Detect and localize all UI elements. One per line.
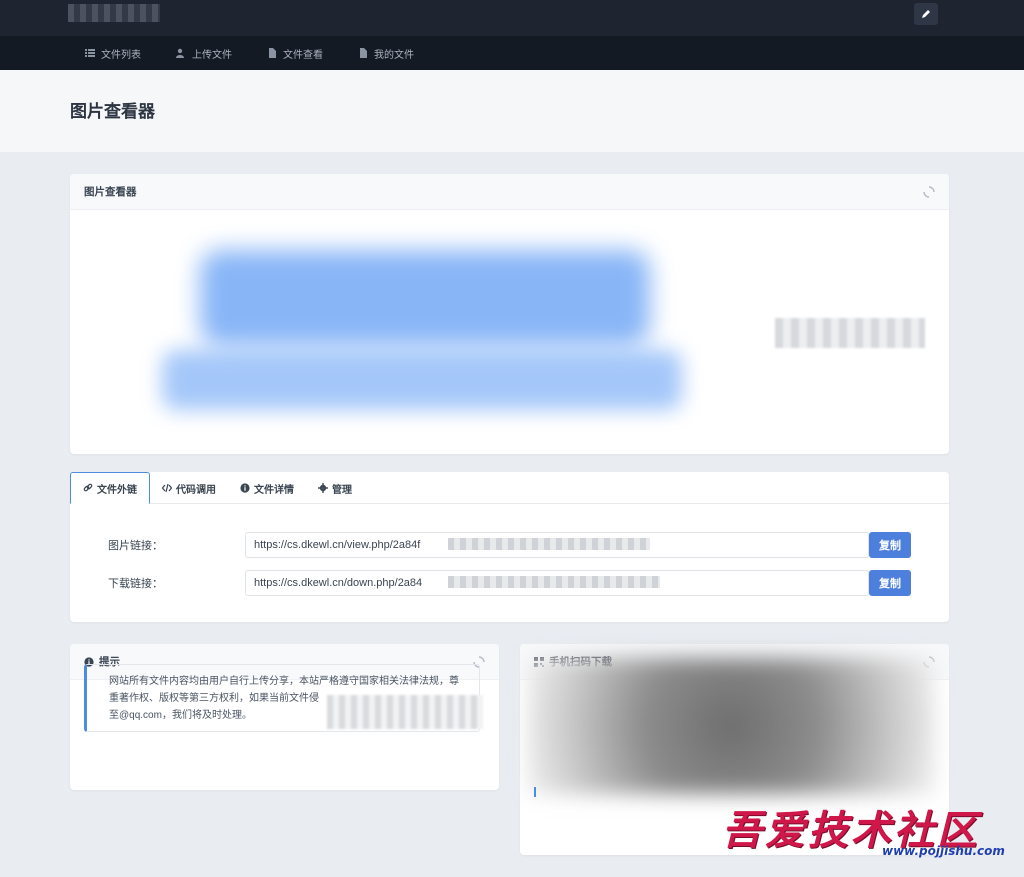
blurred-image-text	[162, 350, 682, 410]
tab-bar: 文件外链 代码调用 文件详情 管理	[70, 472, 949, 504]
nav-item-upload[interactable]: 上传文件	[176, 36, 232, 70]
image-preview	[70, 210, 949, 454]
gear-icon	[318, 483, 328, 493]
site-title-redacted	[68, 4, 160, 22]
card-header: 图片查看器	[70, 174, 949, 210]
links-card: 文件外链 代码调用 文件详情 管理 图片链接： 复制 下载链接： 复制	[70, 472, 949, 622]
nav-item-file-list[interactable]: 文件列表	[85, 36, 141, 70]
tab-label: 代码调用	[176, 484, 216, 496]
tab-label: 文件详情	[254, 484, 294, 496]
list-icon	[85, 49, 95, 57]
edit-button[interactable]	[914, 3, 938, 25]
page-title: 图片查看器	[70, 102, 155, 121]
tab-file-details[interactable]: 文件详情	[228, 472, 306, 504]
nav-label: 文件列表	[101, 49, 141, 61]
image-link-label: 图片链接：	[108, 540, 163, 552]
file-icon	[360, 48, 367, 58]
top-header	[0, 0, 1024, 36]
tab-manage[interactable]: 管理	[306, 472, 364, 504]
refresh-icon[interactable]	[923, 186, 935, 198]
nav-label: 我的文件	[374, 49, 414, 61]
notice-card: 提示 网站所有文件内容均由用户自行上传分享，本站严格遵守国家相关法律法规，尊 重…	[70, 644, 499, 790]
blurred-image-logo	[200, 250, 650, 346]
nav-label: 上传文件	[192, 49, 232, 61]
download-link-label: 下载链接：	[108, 578, 163, 590]
redacted-link-part	[448, 576, 660, 588]
nav-item-my-files[interactable]: 我的文件	[358, 36, 414, 70]
page-header: 图片查看器	[0, 70, 1024, 152]
qr-accent-bar	[534, 787, 536, 797]
watermark-url: www.pojjishu.com	[882, 844, 1005, 858]
site-watermark: 吾爱技术社区 www.pojjishu.com	[722, 798, 1022, 868]
copy-image-link-button[interactable]: 复制	[869, 532, 911, 558]
notice-text-line: 网站所有文件内容均由用户自行上传分享，本站严格遵守国家相关法律法规，尊	[109, 676, 459, 687]
blurred-qr-code	[527, 658, 935, 794]
code-icon	[162, 483, 172, 493]
tab-label: 文件外链	[97, 484, 137, 496]
download-link-row: 下载链接： 复制	[70, 568, 949, 598]
user-upload-icon	[176, 48, 184, 58]
tab-code[interactable]: 代码调用	[150, 472, 228, 504]
nav-item-file-view[interactable]: 文件查看	[267, 36, 323, 70]
card-title: 图片查看器	[84, 186, 137, 198]
image-link-row: 图片链接： 复制	[70, 530, 949, 560]
image-viewer-card: 图片查看器	[70, 174, 949, 454]
file-icon	[269, 48, 276, 58]
redacted-notice-text	[327, 695, 483, 729]
nav-label: 文件查看	[283, 49, 323, 61]
link-icon	[83, 483, 93, 492]
tab-label: 管理	[332, 484, 352, 496]
info-icon	[240, 483, 250, 493]
redacted-link-part	[448, 538, 650, 550]
tab-file-link[interactable]: 文件外链	[70, 472, 150, 504]
copy-download-link-button[interactable]: 复制	[869, 570, 911, 596]
pencil-icon	[922, 10, 930, 18]
blurred-image-caption	[775, 318, 925, 348]
notice-box: 网站所有文件内容均由用户自行上传分享，本站严格遵守国家相关法律法规，尊 重著作权…	[84, 664, 483, 732]
main-nav: 文件列表 上传文件 文件查看 我的文件	[0, 36, 1024, 70]
